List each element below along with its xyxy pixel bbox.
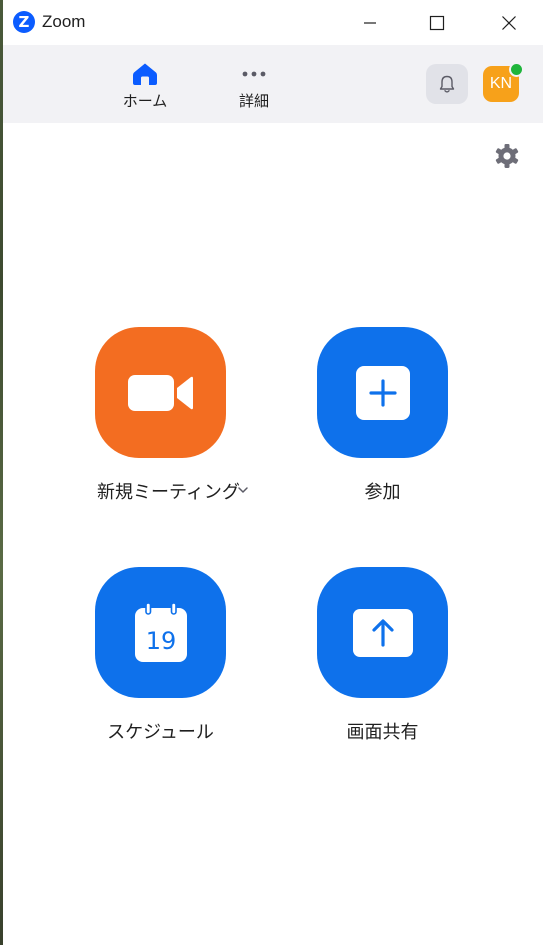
plus-icon (355, 365, 410, 420)
close-icon (502, 15, 516, 30)
online-status-indicator (509, 62, 524, 77)
more-dots-icon (242, 71, 266, 77)
maximize-button[interactable] (414, 0, 460, 45)
top-nav-bar: ホーム 詳細 KN (3, 45, 543, 123)
schedule-button[interactable]: 19 (95, 567, 226, 698)
window-title: Zoom (42, 12, 86, 31)
share-screen-label: 画面共有 (346, 722, 419, 743)
video-camera-icon (127, 374, 193, 411)
share-arrow-icon (352, 608, 413, 657)
tab-home-label: ホーム (122, 92, 168, 110)
bell-icon (439, 75, 455, 93)
close-button[interactable] (486, 0, 532, 45)
gear-icon (495, 144, 519, 168)
minimize-icon (364, 21, 376, 24)
new-meeting-button[interactable] (95, 327, 226, 458)
chevron-down-icon[interactable] (236, 483, 250, 497)
zoom-window: Z Zoom ホーム 詳細 KN 新規ミーティング 参加 19 スケジュール 画… (0, 0, 543, 945)
calendar-icon: 19 (134, 601, 187, 662)
zoom-logo-icon: Z (13, 11, 35, 33)
join-label: 参加 (364, 482, 401, 503)
share-screen-button[interactable] (317, 567, 448, 698)
title-bar[interactable]: Z Zoom (3, 0, 543, 45)
new-meeting-label: 新規ミーティング (97, 482, 240, 503)
maximize-icon (429, 15, 445, 30)
notifications-button[interactable] (426, 64, 468, 104)
home-icon (133, 63, 157, 85)
tab-home[interactable]: ホーム (115, 61, 175, 111)
tab-more-label: 詳細 (238, 92, 269, 110)
tab-more[interactable]: 詳細 (224, 61, 284, 111)
desktop-background-strip (0, 0, 3, 945)
schedule-label: スケジュール (107, 722, 214, 743)
minimize-button[interactable] (347, 0, 393, 45)
calendar-day-number: 19 (145, 627, 176, 655)
join-button[interactable] (317, 327, 448, 458)
settings-button[interactable] (492, 141, 522, 171)
